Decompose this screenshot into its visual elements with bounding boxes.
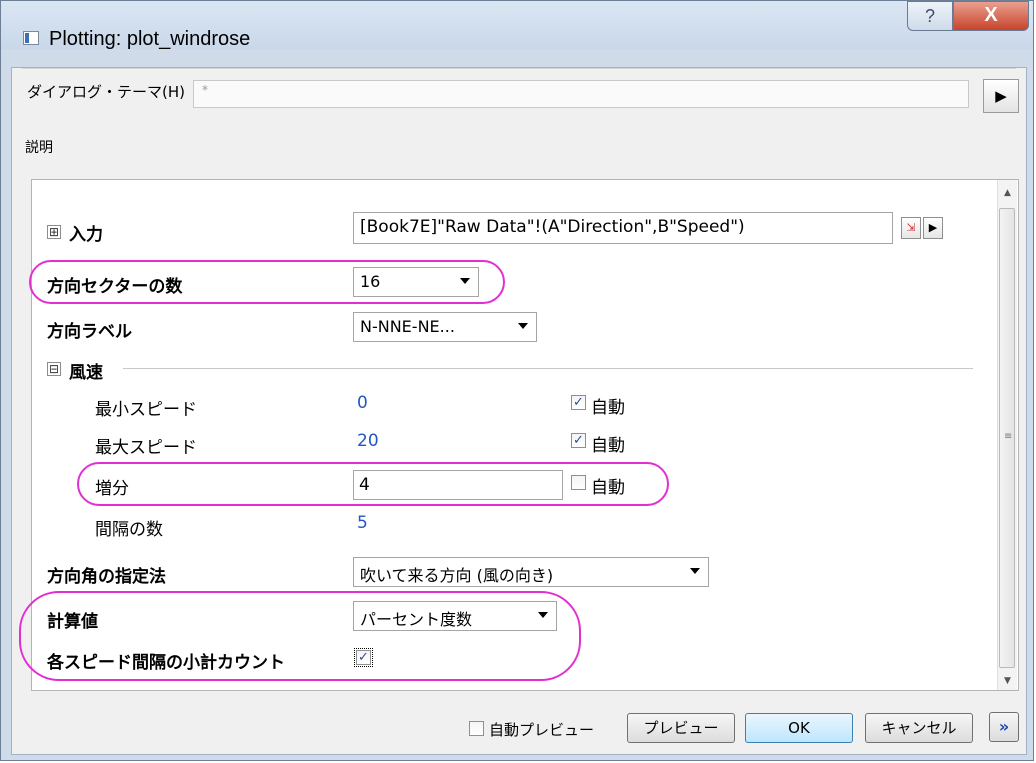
auto-preview-checkbox[interactable] <box>469 721 484 736</box>
chevron-down-icon <box>518 323 528 329</box>
title-bar[interactable]: Plotting: plot_windrose ? X <box>1 1 1033 50</box>
dialog-theme-label: ダイアログ・テーマ(H) <box>27 83 185 101</box>
angle-spec-label: 方向角の指定法 <box>47 567 166 587</box>
max-speed-auto-checkbox[interactable]: ✓ <box>571 433 586 448</box>
cancel-button[interactable]: キャンセル <box>865 713 973 743</box>
min-speed-value[interactable]: 0 <box>357 393 368 413</box>
expand-icon[interactable]: ⊞ <box>47 225 61 239</box>
preview-button[interactable]: プレビュー <box>627 713 735 743</box>
highlight-increment <box>77 462 669 506</box>
auto-preview-label: 自動プレビュー <box>489 721 595 739</box>
divider <box>22 68 1016 69</box>
input-menu-button[interactable]: ▶ <box>923 217 943 239</box>
highlight-calc-subtotal <box>19 591 581 681</box>
close-button[interactable]: X <box>953 1 1029 31</box>
scroll-grip-icon: ≡ <box>1004 431 1013 442</box>
scroll-up-arrow-icon[interactable]: ▲ <box>998 184 1017 202</box>
collapse-icon[interactable]: ⊟ <box>47 362 61 376</box>
min-speed-auto-label: 自動 <box>591 398 625 418</box>
window-icon <box>23 31 39 45</box>
min-speed-auto-checkbox[interactable]: ✓ <box>571 395 586 410</box>
more-options-button[interactable]: » <box>989 712 1019 742</box>
max-speed-label: 最大スピード <box>95 438 197 458</box>
scroll-down-arrow-icon[interactable]: ▼ <box>998 672 1017 690</box>
panel-scrollbar[interactable]: ▲ ≡ ▼ <box>997 180 1017 690</box>
intervals-value: 5 <box>357 513 368 533</box>
chevron-down-icon <box>690 568 700 574</box>
angle-spec-dropdown[interactable]: 吹いて来る方向 (風の向き) <box>353 557 709 587</box>
max-speed-value[interactable]: 20 <box>357 431 379 451</box>
dialog-window: Plotting: plot_windrose ? X ダイアログ・テーマ(H)… <box>0 0 1034 761</box>
input-label: 入力 <box>69 225 103 245</box>
highlight-sectors <box>29 260 505 304</box>
angle-spec-value: 吹いて来る方向 (風の向き) <box>360 566 554 585</box>
help-button[interactable]: ? <box>907 1 953 31</box>
direction-label-value: N-NNE-NE... <box>360 317 455 336</box>
section-divider <box>123 368 973 369</box>
min-speed-label: 最小スピード <box>95 400 197 420</box>
ok-button[interactable]: OK <box>745 713 853 743</box>
wind-speed-section-label: 風速 <box>69 363 103 383</box>
description-label: 説明 <box>25 140 53 156</box>
max-speed-auto-label: 自動 <box>591 436 625 456</box>
dialog-theme-input[interactable]: * <box>193 80 969 108</box>
range-picker-icon[interactable]: ⇲ <box>901 217 921 239</box>
window-title: Plotting: plot_windrose <box>49 28 251 50</box>
theme-menu-button[interactable]: ▶ <box>983 79 1019 113</box>
intervals-label: 間隔の数 <box>95 520 163 540</box>
input-range-field[interactable]: [Book7E]"Raw Data"!(A"Direction",B"Speed… <box>353 212 893 244</box>
scroll-thumb[interactable]: ≡ <box>999 208 1015 668</box>
direction-label-dropdown[interactable]: N-NNE-NE... <box>353 312 537 342</box>
direction-label-label: 方向ラベル <box>47 322 132 342</box>
